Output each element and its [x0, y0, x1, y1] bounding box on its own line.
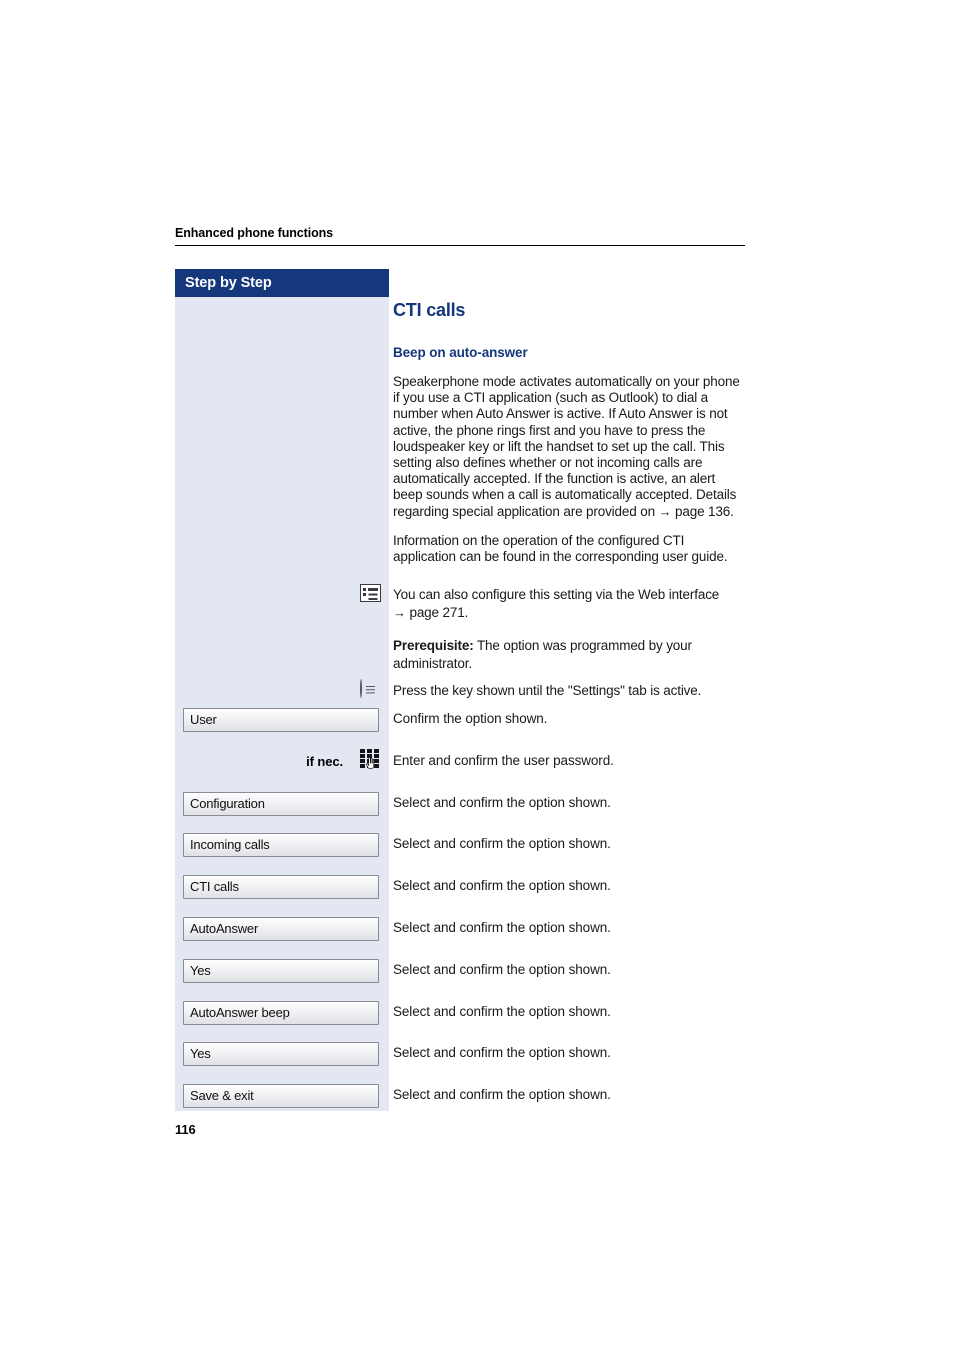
section-subtitle: Beep on auto-answer: [393, 345, 528, 360]
page-ref-arrow-icon-2: →: [393, 605, 406, 620]
pressing-hand-icon: [366, 756, 375, 769]
page-title: CTI calls: [393, 300, 466, 320]
option-box-label: AutoAnswer beep: [190, 1004, 290, 1020]
keypad-key: [360, 764, 366, 768]
keypad-key: [360, 748, 366, 753]
note-web-interface: You can also configure this setting via …: [393, 586, 745, 622]
keypad-key: [366, 748, 373, 753]
option-box-label: Incoming calls: [190, 837, 270, 853]
step-row: if nec. Enter and confirm the user passwo…: [0, 748, 954, 776]
running-header-title: Enhanced phone functions: [175, 226, 334, 240]
header-divider: [175, 245, 745, 246]
option-box[interactable]: AutoAnswer beep: [183, 1000, 379, 1025]
step-row: AutoAnswer beep Select and confirm the op…: [0, 1000, 954, 1027]
step-description: Select and confirm the option shown.: [393, 961, 611, 977]
prerequisite-label: Prerequisite:: [393, 638, 474, 653]
web-interface-icon-gutter: [360, 584, 386, 606]
keypad-icon: [360, 748, 379, 771]
step-description: Enter and confirm the user password.: [393, 752, 614, 768]
page-ref-arrow-icon: →: [658, 503, 672, 519]
option-box[interactable]: Yes: [183, 1042, 379, 1067]
sidebar-header: Step by Step: [175, 269, 389, 297]
option-box-label: Yes: [190, 962, 211, 978]
step-description: Select and confirm the option shown.: [393, 1087, 611, 1103]
option-box[interactable]: Save & exit: [183, 1084, 379, 1109]
step-row: Save & exit Select and confirm the option…: [0, 1084, 954, 1110]
step-description: Select and confirm the option shown.: [393, 836, 611, 852]
if-necessary-keypad-step: if nec.: [183, 750, 343, 774]
paragraph-cti-info: Information on the operation of the conf…: [393, 532, 728, 565]
sidebar-header-label: Step by Step: [185, 275, 272, 291]
menu-key-icon: [360, 679, 362, 698]
step-description: Confirm the option shown.: [393, 711, 548, 726]
page-number: 116: [175, 1122, 196, 1137]
keypad-key: [360, 753, 366, 758]
option-box[interactable]: User: [183, 708, 379, 732]
option-box-label: Yes: [190, 1046, 211, 1062]
option-box[interactable]: Incoming calls: [183, 833, 379, 858]
paragraph-speakerphone-text: Speakerphone mode activates automaticall…: [393, 374, 740, 519]
option-box-label: User: [190, 712, 217, 727]
option-box[interactable]: Configuration: [183, 791, 379, 816]
keypad-key: [360, 758, 366, 763]
press-key-text: Press the key shown until the "Settings"…: [393, 683, 702, 698]
step-description: Select and confirm the option shown.: [393, 920, 611, 935]
menu-key-icon-gutter: [360, 679, 386, 702]
step-row: Yes Select and confirm the option shown.: [0, 958, 954, 985]
web-interface-icon: [360, 584, 381, 602]
running-header: Enhanced phone functions: [175, 226, 745, 246]
keypad-key: [373, 748, 379, 753]
step-description: Select and confirm the option shown.: [393, 794, 611, 810]
option-box[interactable]: AutoAnswer: [183, 917, 379, 941]
step-description: Select and confirm the option shown.: [393, 878, 611, 894]
page-ref-271[interactable]: page 271.: [409, 605, 468, 620]
main-content: CTI calls Beep on auto-answer Speakerpho…: [393, 300, 745, 565]
press-key-block: Press the key shown until the "Settings"…: [393, 682, 745, 700]
page-ref-136[interactable]: page 136.: [675, 504, 734, 519]
option-box-label: Save & exit: [190, 1088, 254, 1104]
option-box-label: AutoAnswer: [190, 921, 259, 936]
if-necessary-label: if nec.: [306, 753, 343, 769]
step-description: Select and confirm the option shown.: [393, 1045, 611, 1061]
step-row: Incoming calls Select and confirm the opt…: [0, 833, 954, 859]
step-row: Yes Select and confirm the option shown.: [0, 1042, 954, 1068]
step-row: User Confirm the option shown.: [0, 708, 954, 734]
paragraph-speakerphone: Speakerphone mode activates automaticall…: [393, 374, 745, 520]
option-box-label: Configuration: [190, 795, 265, 811]
step-row: Configuration Select and confirm the opti…: [0, 791, 954, 818]
step-description: Select and confirm the option shown.: [393, 1003, 611, 1019]
note-web-interface-text: You can also configure this setting via …: [393, 587, 720, 602]
step-row: AutoAnswer Select and confirm the option …: [0, 917, 954, 943]
option-box-label: CTI calls: [190, 879, 239, 895]
option-box[interactable]: CTI calls: [183, 875, 379, 900]
prerequisite-block: Prerequisite: The option was programmed …: [393, 637, 745, 673]
step-row: CTI calls Select and confirm the option s…: [0, 875, 954, 901]
option-box[interactable]: Yes: [183, 958, 379, 983]
